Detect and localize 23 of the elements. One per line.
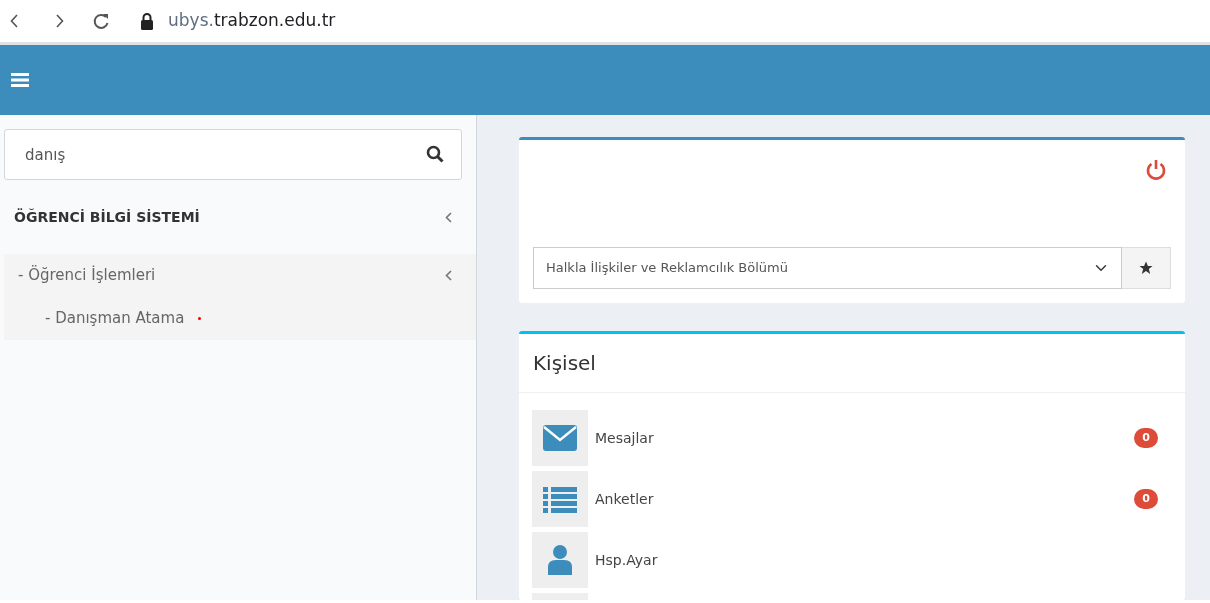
- forward-icon[interactable]: [56, 14, 64, 28]
- back-icon[interactable]: [10, 14, 18, 28]
- star-icon: [1139, 261, 1154, 275]
- favorite-button[interactable]: [1122, 247, 1171, 289]
- menu-link[interactable]: Anketler: [595, 488, 1128, 510]
- chevron-left-icon: [445, 211, 452, 223]
- address-bar[interactable]: ubys.trabzon.edu.tr: [168, 8, 336, 34]
- menu-link[interactable]: Mesajlar: [595, 427, 1128, 449]
- count-badge: 0: [1134, 488, 1158, 510]
- menu-item[interactable]: ÖĞRENCİ BİLGİ SİSTEMİ: [0, 180, 476, 254]
- power-icon[interactable]: [1145, 158, 1167, 182]
- search-icon[interactable]: [426, 145, 444, 163]
- chevron-left-icon: [445, 270, 452, 281]
- menu-link[interactable]: Hsp.Ayar: [595, 549, 1172, 571]
- menu-icon[interactable]: [11, 72, 29, 88]
- reload-icon[interactable]: [92, 12, 110, 30]
- submenu-item[interactable]: - Danışman Atama: [4, 297, 476, 340]
- count-badge: 0: [1134, 427, 1158, 449]
- search-field[interactable]: danış: [4, 129, 462, 180]
- submenu-item[interactable]: - Öğrenci İşlemleri: [4, 254, 476, 297]
- card-title: Kişisel: [519, 334, 1185, 393]
- lock-icon: [140, 12, 154, 30]
- department-select[interactable]: Halkla İlişkiler ve Reklamcılık Bölümü: [533, 247, 1123, 289]
